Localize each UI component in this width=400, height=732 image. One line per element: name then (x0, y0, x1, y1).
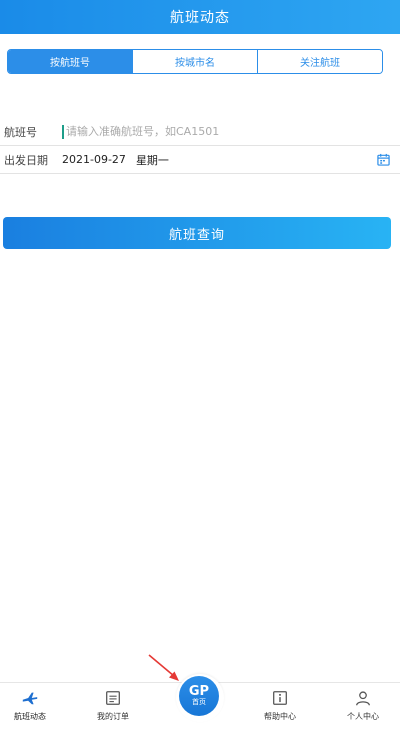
tabbar-label-flight-status: 航班动态 (14, 712, 46, 721)
flight-query-button[interactable]: 航班查询 (3, 217, 391, 249)
order-icon (106, 691, 120, 705)
home-label: 首页 (192, 698, 206, 706)
search-mode-tabs: 按航班号 按城市名 关注航班 (7, 49, 383, 74)
home-logo-icon: GP (188, 684, 210, 699)
page-title: 航班动态 (170, 10, 230, 26)
tabbar-item-help-center[interactable]: 帮助中心 (245, 687, 315, 727)
tab-by-flight-number[interactable]: 按航班号 (8, 50, 133, 73)
departure-weekday: 星期一 (135, 153, 169, 167)
user-icon (356, 691, 370, 706)
flight-number-row: 航班号 (0, 118, 400, 146)
tab-by-city[interactable]: 按城市名 (133, 50, 258, 73)
home-button[interactable]: GP 首页 (179, 676, 219, 716)
departure-date-value[interactable]: 2021-09-27 (62, 153, 126, 166)
departure-date-row[interactable]: 出发日期 2021-09-27 星期一 (0, 146, 400, 174)
tabbar-label-personal-center: 个人中心 (347, 712, 379, 721)
tabbar-item-flight-status[interactable]: 航班动态 (0, 687, 65, 727)
flight-number-label: 航班号 (4, 125, 37, 139)
calendar-icon[interactable] (377, 153, 390, 166)
departure-date-label: 出发日期 (4, 153, 48, 167)
app-header: 航班动态 (0, 0, 400, 34)
info-icon (273, 691, 287, 705)
annotation-arrow-icon (148, 654, 179, 681)
text-cursor (62, 124, 64, 139)
tabbar-label-help-center: 帮助中心 (264, 712, 296, 721)
flight-number-input[interactable] (66, 125, 366, 138)
tabbar-label-my-orders: 我的订单 (97, 712, 129, 721)
flight-number-input-wrap (62, 118, 400, 145)
tab-followed-flights[interactable]: 关注航班 (258, 50, 382, 73)
plane-icon (22, 692, 38, 705)
tabbar-item-personal-center[interactable]: 个人中心 (328, 687, 398, 727)
tabbar-item-my-orders[interactable]: 我的订单 (78, 687, 148, 727)
